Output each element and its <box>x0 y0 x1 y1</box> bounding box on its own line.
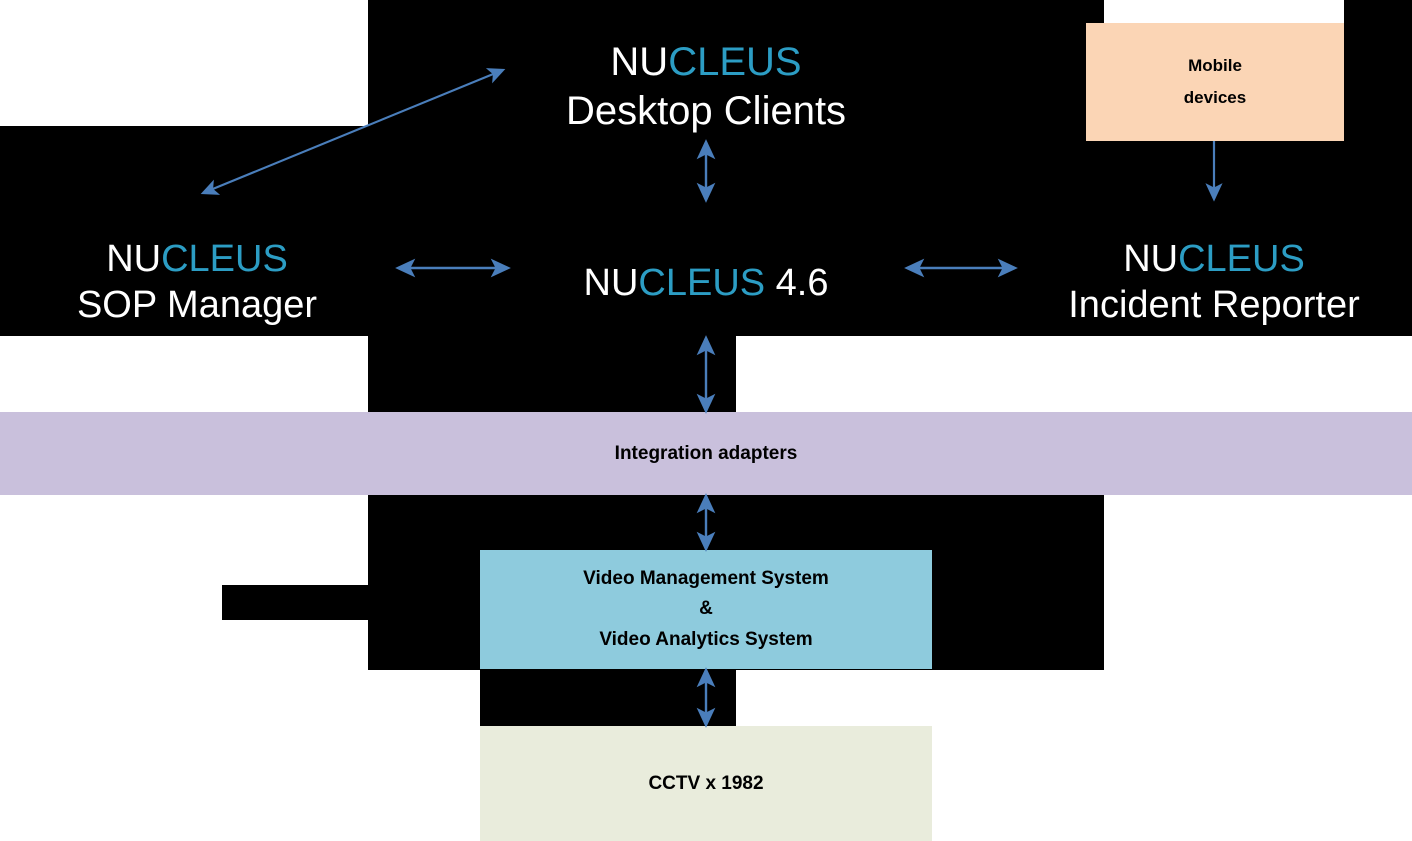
video-systems-box[interactable]: Video Management System & Video Analytic… <box>480 550 932 669</box>
incident-reporter-brand-prefix: NU <box>1123 238 1179 280</box>
diagram-canvas: Mobile devices Integration adapters Vide… <box>0 0 1412 841</box>
sop-manager-brand-prefix: NU <box>106 238 162 280</box>
backdrop-core-stem <box>368 336 736 412</box>
video-systems-line2: & <box>699 598 713 620</box>
backdrop-left-spur <box>222 585 368 620</box>
core-brand-suffix: CLEUS <box>638 262 766 304</box>
desktop-clients-brand: NUCLEUS <box>476 38 936 87</box>
mobile-devices-line1: Mobile <box>1188 55 1242 75</box>
core-version: 4.6 <box>765 262 829 304</box>
core-brand-prefix: NU <box>583 262 639 304</box>
incident-reporter-node[interactable]: NUCLEUS Incident Reporter <box>1016 236 1412 329</box>
backdrop-vms-stem <box>480 670 736 726</box>
sop-manager-node[interactable]: NUCLEUS SOP Manager <box>0 236 394 329</box>
video-systems-line1: Video Management System <box>583 568 829 590</box>
integration-adapters-label: Integration adapters <box>614 442 798 464</box>
integration-adapters-box[interactable]: Integration adapters <box>0 412 1412 495</box>
incident-reporter-brand: NUCLEUS <box>1016 236 1412 282</box>
mobile-devices-box[interactable]: Mobile devices <box>1086 23 1344 141</box>
core-brand: NUCLEUS 4.6 <box>500 260 912 306</box>
video-systems-label: Video Management System & Video Analytic… <box>583 564 829 654</box>
sop-manager-brand: NUCLEUS <box>0 236 394 282</box>
desktop-clients-subtitle: Desktop Clients <box>565 88 847 133</box>
cctv-label: CCTV x 1982 <box>648 772 764 794</box>
cctv-box[interactable]: CCTV x 1982 <box>480 726 932 841</box>
mobile-devices-label: Mobile devices <box>1184 50 1246 115</box>
desktop-clients-node[interactable]: NUCLEUS Desktop Clients <box>476 38 936 136</box>
desktop-clients-brand-suffix: CLEUS <box>668 40 802 84</box>
incident-reporter-brand-suffix: CLEUS <box>1178 238 1305 280</box>
backdrop-top-right <box>1344 0 1412 126</box>
core-node[interactable]: NUCLEUS 4.6 <box>500 260 912 306</box>
sop-manager-brand-suffix: CLEUS <box>161 238 288 280</box>
incident-reporter-subtitle: Incident Reporter <box>1068 284 1360 327</box>
sop-manager-subtitle: SOP Manager <box>76 284 318 327</box>
desktop-clients-brand-prefix: NU <box>610 40 669 84</box>
mobile-devices-line2: devices <box>1183 88 1247 107</box>
video-systems-line3: Video Analytics System <box>599 628 813 650</box>
